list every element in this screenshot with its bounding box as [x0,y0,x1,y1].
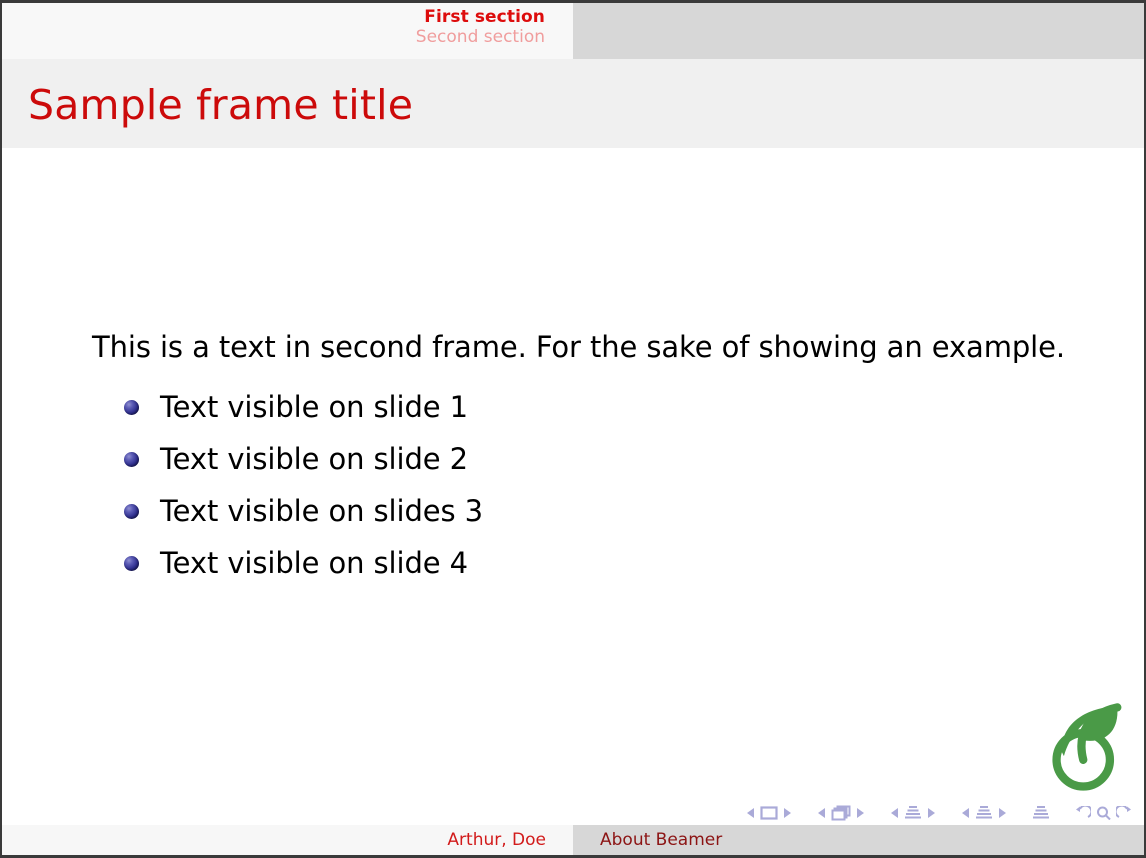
list-item: Text visible on slides 3 [124,485,483,537]
prev-frame-arrow-icon[interactable] [817,807,826,819]
bullet-sphere-icon [124,555,139,571]
footer-author-cell: Arthur, Doe [2,825,573,855]
lead-paragraph: This is a text in second frame. For the … [92,330,1065,364]
presentation-icon[interactable] [1032,805,1050,821]
bullet-sphere-icon [124,503,139,519]
search-icon[interactable] [1096,806,1111,820]
bullet-list: Text visible on slide 1 Text visible on … [124,381,483,589]
back-icon[interactable] [1075,806,1091,820]
footer-bar: Arthur, Doe About Beamer [2,825,1144,855]
frame-navigation-group[interactable] [817,805,865,821]
bullet-label: Text visible on slide 1 [160,390,468,424]
header-navigation-bar: First section Second section [2,3,1144,59]
presentation-navigation-group[interactable] [1032,805,1050,821]
forward-icon[interactable] [1116,806,1132,820]
next-subsection-arrow-icon[interactable] [927,807,936,819]
overleaf-logo-icon [1040,699,1132,793]
section-navigation-group[interactable] [961,805,1007,821]
footer-title-cell: About Beamer [573,825,1144,855]
section-icon[interactable] [975,805,993,821]
beamer-slide: First section Second section Sample fram… [0,0,1146,858]
footer-short-title: About Beamer [600,830,723,850]
nav-section-first[interactable]: First section [424,7,573,27]
navigation-symbols[interactable] [746,805,1132,821]
slide-body: This is a text in second frame. For the … [2,148,1144,831]
footer-author: Arthur, Doe [447,830,546,850]
prev-subsection-arrow-icon[interactable] [890,807,899,819]
slide-icon[interactable] [760,806,778,820]
prev-section-arrow-icon[interactable] [961,807,970,819]
bullet-label: Text visible on slide 4 [160,546,468,580]
list-item: Text visible on slide 2 [124,433,483,485]
list-item: Text visible on slide 4 [124,537,483,589]
history-navigation-group[interactable] [1075,806,1132,820]
header-right-filler [573,3,1144,59]
prev-slide-arrow-icon[interactable] [746,807,755,819]
bullet-label: Text visible on slide 2 [160,442,468,476]
subsection-icon[interactable] [904,805,922,821]
next-slide-arrow-icon[interactable] [783,807,792,819]
next-section-arrow-icon[interactable] [998,807,1007,819]
subsection-navigation-group[interactable] [890,805,936,821]
header-section-list: First section Second section [2,3,573,59]
frame-title: Sample frame title [28,81,414,129]
list-item: Text visible on slide 1 [124,381,483,433]
frame-icon[interactable] [831,805,851,821]
bullet-sphere-icon [124,399,139,415]
slide-navigation-group[interactable] [746,806,792,820]
bullet-label: Text visible on slides 3 [160,494,483,528]
nav-section-second[interactable]: Second section [416,27,573,47]
next-frame-arrow-icon[interactable] [856,807,865,819]
bullet-sphere-icon [124,451,139,467]
